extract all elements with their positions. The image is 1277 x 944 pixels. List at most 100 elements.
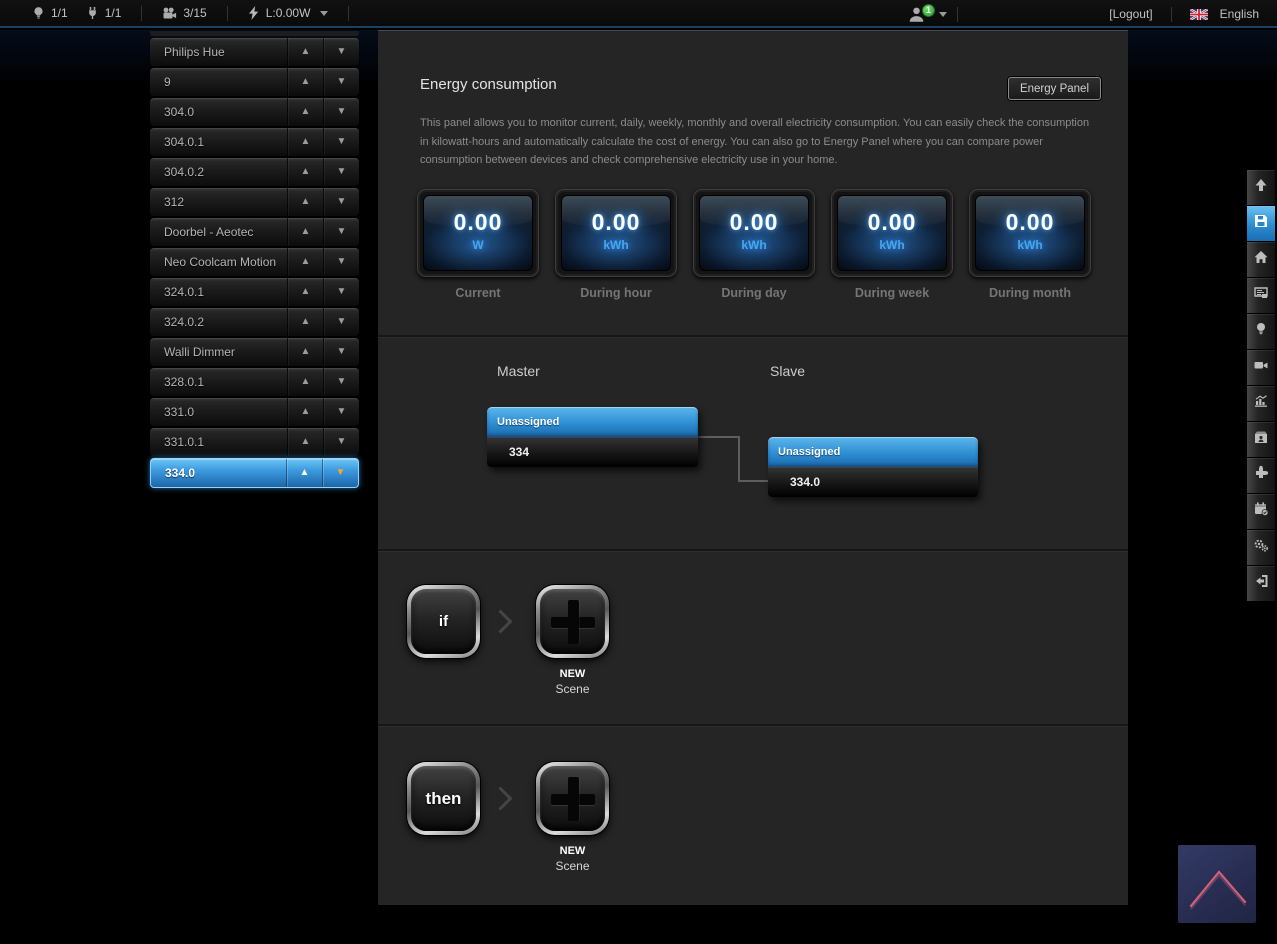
camera-icon [162,7,177,20]
move-up-button[interactable] [287,398,323,426]
device-label: 334.0 [151,466,286,480]
move-down-button[interactable] [323,158,359,186]
move-up-button[interactable] [287,128,323,156]
uk-flag-icon [1190,9,1208,20]
toolbar-rooms-button[interactable] [1247,278,1275,313]
logout-link[interactable]: [Logout] [1109,7,1152,21]
toolbar-home-button[interactable] [1247,242,1275,277]
then-new-scene-button[interactable] [536,762,609,835]
toolbar-cameras-button[interactable] [1247,350,1275,385]
move-up-button[interactable] [287,278,323,306]
move-down-button[interactable] [323,188,359,216]
move-down-button[interactable] [323,38,359,66]
toolbar-apps-button[interactable] [1247,458,1275,493]
energy-panel-button[interactable]: Energy Panel [1008,77,1101,100]
gears-icon [1253,537,1269,558]
move-up-button[interactable] [287,218,323,246]
down-arrow-icon [337,437,347,447]
divider [227,6,228,21]
device-row[interactable]: 304.0.2 [150,158,359,186]
gauge-display: 0.00 kWh [969,189,1091,277]
toolbar-backup-button[interactable] [1247,422,1275,457]
association-connector [738,436,740,482]
move-up-button[interactable] [287,368,323,396]
device-row[interactable]: 312 [150,188,359,216]
device-row[interactable]: 331.0.1 [150,428,359,456]
move-down-button[interactable] [323,368,359,396]
power-status-dropdown[interactable]: L:0.00W [244,6,333,20]
device-row[interactable]: Walli Dimmer [150,338,359,366]
toolbar-logout-button[interactable] [1247,566,1275,601]
device-row[interactable]: 324.0.1 [150,278,359,306]
gauge-screen: 0.00 kWh [561,195,671,271]
new-label: NEW [536,667,609,682]
if-new-scene-button[interactable] [536,585,609,658]
lights-count: 1/1 [51,6,68,20]
up-arrow-icon [301,197,311,207]
gauge-value: 0.00 [976,209,1084,236]
up-arrow-icon [301,407,311,417]
if-button[interactable]: if [407,585,480,658]
device-row[interactable]: Philips Hue [150,38,359,66]
device-label: Doorbel - Aeotec [150,225,287,239]
move-down-button[interactable] [323,218,359,246]
move-up-button[interactable] [287,68,323,96]
scene-label: Scene [536,682,609,697]
toolbar-scheduler-button[interactable] [1247,494,1275,529]
device-row[interactable]: Doorbel - Aeotec [150,218,359,246]
move-up-button[interactable] [287,38,323,66]
user-menu[interactable]: 1 [908,0,964,28]
toolbar-charts-button[interactable] [1247,386,1275,421]
move-down-button[interactable] [323,128,359,156]
device-row[interactable]: Neo Coolcam Motion [150,248,359,276]
device-label: 312 [150,195,287,209]
toolbar-save-button[interactable] [1247,206,1275,241]
move-up-button[interactable] [287,428,323,456]
move-down-button[interactable] [323,428,359,456]
move-down-button[interactable] [323,68,359,96]
move-down-button[interactable] [322,459,358,487]
move-down-button[interactable] [323,98,359,126]
move-down-button[interactable] [323,278,359,306]
master-group-item[interactable]: 334 [487,437,698,467]
device-row[interactable]: 328.0.1 [150,368,359,396]
down-arrow-icon [337,167,347,177]
then-button[interactable]: then [407,762,480,835]
move-up-button[interactable] [287,188,323,216]
move-down-button[interactable] [323,398,359,426]
gauge-label: During hour [555,286,677,300]
gauge-during-day: 0.00 kWh During day [693,189,815,300]
toolbar-up-button[interactable] [1247,170,1275,205]
slave-group-item[interactable]: 334.0 [768,467,978,497]
chevron-down-icon [320,11,328,16]
power-value: L:0.00W [266,6,311,20]
gauge-display: 0.00 W [417,189,539,277]
device-row[interactable]: 324.0.2 [150,308,359,336]
move-down-button[interactable] [323,308,359,336]
device-row[interactable]: 304.0.1 [150,128,359,156]
move-down-button[interactable] [323,338,359,366]
toolbar-settings-button[interactable] [1247,530,1275,565]
device-row-selected[interactable]: 334.0 [150,458,359,488]
device-row[interactable]: 331.0 [150,398,359,426]
device-row[interactable]: 304.0 [150,98,359,126]
move-up-button[interactable] [287,338,323,366]
move-up-button[interactable] [287,248,323,276]
move-up-button[interactable] [286,459,322,487]
toolbar-devices-button[interactable] [1247,314,1275,349]
move-up-button[interactable] [287,158,323,186]
move-down-button[interactable] [323,248,359,276]
move-up-button[interactable] [287,98,323,126]
gauge-unit: kWh [700,238,808,252]
up-arrow-icon [301,287,311,297]
slave-group-header[interactable]: Unassigned [768,437,978,467]
device-label: Neo Coolcam Motion [150,255,287,269]
move-up-button[interactable] [287,308,323,336]
down-arrow-icon [336,468,346,478]
divider [141,6,142,21]
device-label: 331.0 [150,405,287,419]
master-group-header[interactable]: Unassigned [487,407,698,437]
down-arrow-icon [337,47,347,57]
device-row[interactable]: 9 [150,68,359,96]
language-selector[interactable]: English [1220,7,1259,21]
